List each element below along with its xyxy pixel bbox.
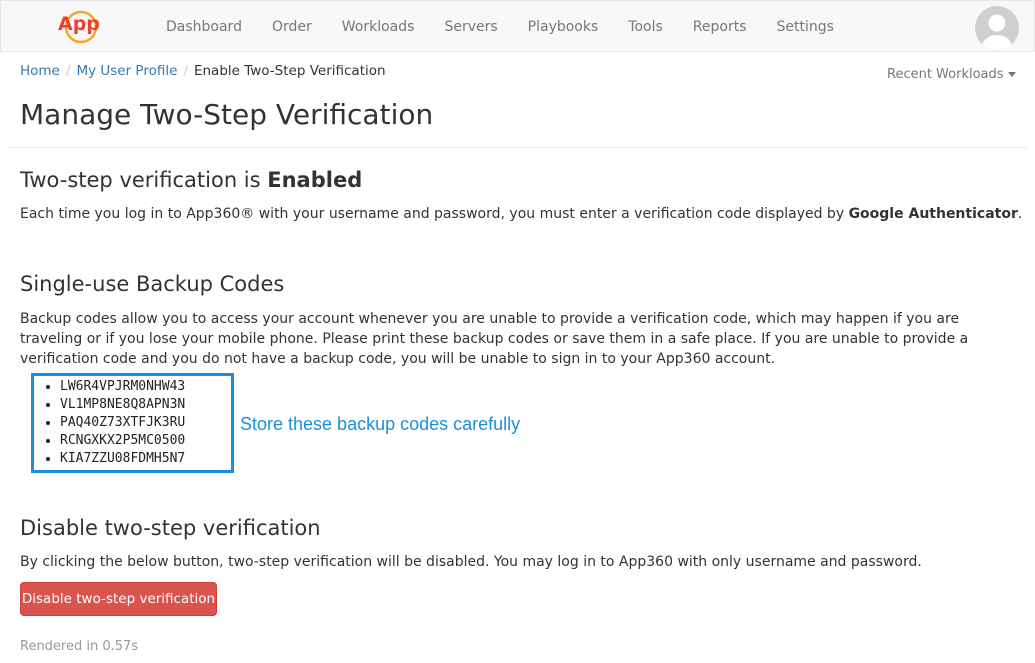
backup-codes-description: Backup codes allow you to access your ac… bbox=[20, 311, 969, 367]
status-state: Enabled bbox=[267, 168, 363, 192]
recent-workloads-label: Recent Workloads bbox=[887, 67, 1004, 82]
breadcrumb-profile[interactable]: My User Profile bbox=[76, 63, 177, 79]
backup-code: PAQ40Z73XTFJK3RU bbox=[60, 414, 231, 432]
backup-codes-list: LW6R4VPJRM0NHW43 VL1MP8NE8Q8APN3N PAQ40Z… bbox=[34, 378, 231, 468]
status-heading-prefix: Two-step verification is bbox=[20, 168, 268, 192]
nav-order[interactable]: Order bbox=[257, 1, 327, 53]
nav-tools[interactable]: Tools bbox=[613, 1, 678, 53]
nav-reports[interactable]: Reports bbox=[678, 1, 762, 53]
render-time-footer: Rendered in 0.57s bbox=[20, 639, 139, 654]
status-heading: Two-step verification is Enabled bbox=[20, 168, 362, 192]
backup-codes-heading: Single-use Backup Codes bbox=[20, 272, 285, 296]
backup-code: KIA7ZZU08FDMH5N7 bbox=[60, 450, 231, 468]
page-title: Manage Two-Step Verification bbox=[20, 98, 434, 131]
backup-code: LW6R4VPJRM0NHW43 bbox=[60, 378, 231, 396]
nav-servers[interactable]: Servers bbox=[429, 1, 512, 53]
nav-playbooks[interactable]: Playbooks bbox=[513, 1, 614, 53]
authenticator-name: Google Authenticator bbox=[848, 206, 1018, 222]
nav-settings[interactable]: Settings bbox=[761, 1, 848, 53]
nav-dashboard[interactable]: Dashboard bbox=[151, 1, 257, 53]
backup-codes-box: LW6R4VPJRM0NHW43 VL1MP8NE8Q8APN3N PAQ40Z… bbox=[31, 373, 234, 473]
status-desc-suffix: . bbox=[1017, 206, 1023, 222]
backup-codes-annotation: Store these backup codes carefully bbox=[240, 414, 521, 434]
backup-code: VL1MP8NE8Q8APN3N bbox=[60, 396, 231, 414]
logo-text: App bbox=[58, 13, 99, 35]
caret-down-icon bbox=[1007, 72, 1016, 77]
main-nav: Dashboard Order Workloads Servers Playbo… bbox=[151, 1, 849, 53]
breadcrumb-separator: / bbox=[65, 63, 71, 79]
breadcrumb-home[interactable]: Home bbox=[20, 63, 60, 79]
recent-workloads-dropdown[interactable]: Recent Workloads bbox=[887, 67, 1016, 82]
title-divider bbox=[6, 147, 1029, 148]
status-desc-prefix: Each time you log in to App360® with you… bbox=[20, 206, 849, 222]
top-navbar: App Dashboard Order Workloads Servers Pl… bbox=[0, 0, 1035, 52]
nav-workloads[interactable]: Workloads bbox=[327, 1, 430, 53]
breadcrumb: Home / My User Profile / Enable Two-Step Ver… bbox=[20, 63, 386, 79]
breadcrumb-current: Enable Two-Step Verification bbox=[193, 63, 386, 79]
disable-two-step-button[interactable]: Disable two-step verification bbox=[20, 582, 217, 616]
disable-description: By clicking the below button, two-step v… bbox=[20, 554, 922, 570]
disable-heading: Disable two-step verification bbox=[20, 516, 321, 540]
breadcrumb-separator: / bbox=[183, 63, 188, 79]
user-avatar-icon[interactable] bbox=[974, 5, 1020, 51]
app-logo[interactable]: App bbox=[55, 6, 99, 46]
backup-code: RCNGXKX2P5MC0500 bbox=[60, 432, 231, 450]
status-description: Each time you log in to App360® with you… bbox=[20, 204, 1022, 224]
